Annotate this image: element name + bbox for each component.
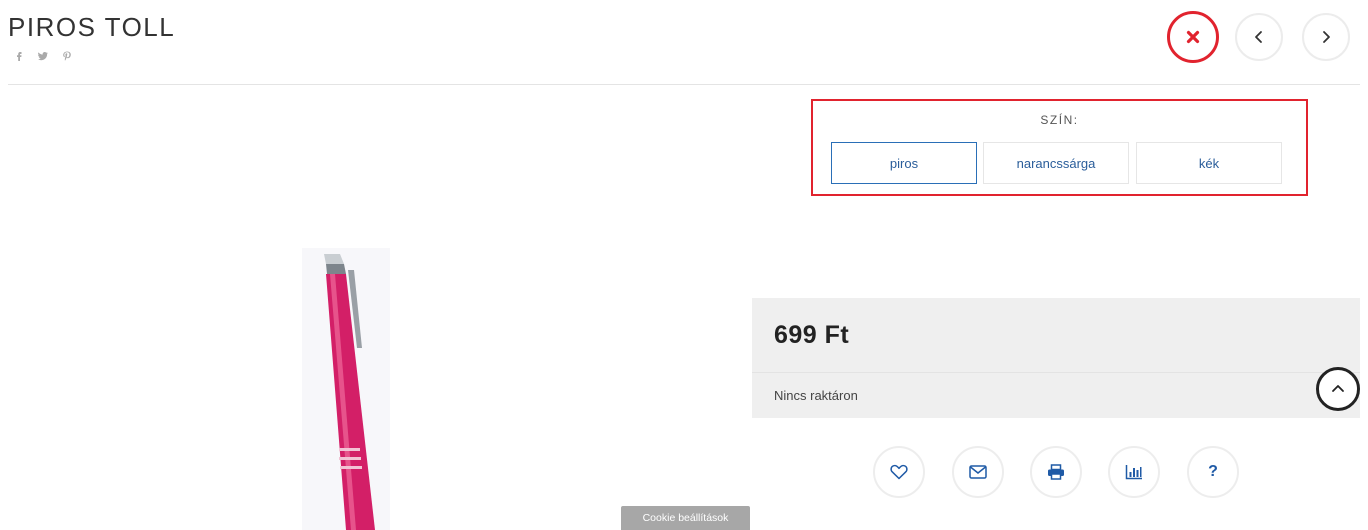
pinterest-icon[interactable]	[61, 50, 73, 62]
scroll-to-top-button[interactable]	[1316, 367, 1360, 411]
chevron-right-icon	[1323, 31, 1330, 43]
envelope-icon	[969, 465, 987, 479]
chevron-up-icon	[1332, 385, 1344, 392]
price-divider	[752, 372, 1360, 373]
color-selector: SZÍN: piros narancssárga kék	[811, 99, 1308, 196]
facebook-icon[interactable]	[13, 50, 25, 62]
help-button[interactable]: ?	[1187, 446, 1239, 498]
social-share	[13, 50, 73, 62]
color-option-kek[interactable]: kék	[1136, 142, 1282, 184]
help-icon: ?	[1208, 463, 1218, 480]
header-divider	[8, 84, 1360, 85]
close-button[interactable]	[1167, 11, 1219, 63]
compare-button[interactable]	[1108, 446, 1160, 498]
price-box: 699 Ft Nincs raktáron	[752, 298, 1360, 418]
chart-icon	[1125, 465, 1142, 480]
color-option-piros[interactable]: piros	[831, 142, 977, 184]
twitter-icon[interactable]	[37, 50, 49, 62]
product-image	[302, 248, 390, 530]
product-price: 699 Ft	[774, 321, 850, 349]
product-title: PIROS TOLL	[8, 12, 176, 42]
color-label: SZÍN:	[1040, 113, 1079, 127]
color-option-narancssarga[interactable]: narancssárga	[983, 142, 1129, 184]
cookie-settings-button[interactable]: Cookie beállítások	[621, 506, 750, 530]
wishlist-button[interactable]	[873, 446, 925, 498]
previous-product-button[interactable]	[1235, 13, 1283, 61]
next-product-button[interactable]	[1302, 13, 1350, 61]
close-icon	[1186, 30, 1200, 44]
heart-icon	[890, 464, 908, 480]
chevron-left-icon	[1255, 31, 1262, 43]
print-button[interactable]	[1030, 446, 1082, 498]
email-button[interactable]	[952, 446, 1004, 498]
stock-status: Nincs raktáron	[774, 388, 858, 403]
print-icon	[1048, 464, 1064, 480]
